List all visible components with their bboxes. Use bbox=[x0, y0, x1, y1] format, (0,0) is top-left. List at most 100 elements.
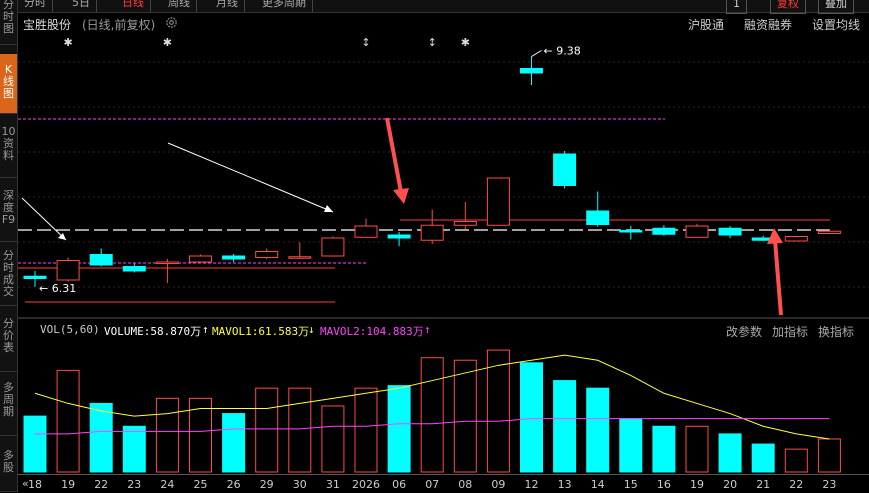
sidebar-item-timeshare[interactable]: 分时图 bbox=[0, 0, 17, 45]
sidebar-item-f10[interactable]: 10资料 bbox=[0, 120, 17, 178]
sidebar-item-ticks[interactable]: 分时成交 bbox=[0, 246, 17, 306]
tab-more-periods[interactable]: 更多周期 bbox=[256, 0, 313, 12]
volume-bar bbox=[520, 362, 543, 473]
candle bbox=[817, 230, 841, 234]
trend-arrow bbox=[21, 197, 67, 241]
link-margin-trading[interactable]: 融资融券 bbox=[744, 16, 792, 33]
link-ma-settings[interactable]: 设置均线 bbox=[812, 16, 860, 33]
volume-bar bbox=[420, 357, 444, 473]
tab-daily[interactable]: 日线 bbox=[116, 0, 151, 12]
trend-arrow bbox=[167, 142, 334, 213]
volume-bar bbox=[553, 380, 577, 473]
date-axis: « 18 19 22 23 24 25 26 29 30 31 2026 06 07 08 09 12 13 14… bbox=[18, 474, 869, 493]
sidebar-item-kline[interactable]: K线图 bbox=[0, 54, 17, 114]
stock-name: 宝胜股份 bbox=[23, 18, 72, 32]
event-marker-icon: ↕ bbox=[428, 36, 437, 49]
candle bbox=[288, 256, 312, 259]
date-tick-label: 18 bbox=[28, 478, 42, 491]
candle bbox=[122, 266, 146, 272]
up-arrow-icon: ↑ bbox=[202, 323, 209, 336]
volume-bar bbox=[23, 415, 47, 473]
volume-bar bbox=[89, 402, 113, 473]
candle bbox=[189, 255, 212, 263]
volume-bar bbox=[222, 413, 246, 473]
sidebar-item-multi-stock[interactable]: 多股 bbox=[0, 446, 17, 492]
sidebar-item-label: 分价表 bbox=[3, 317, 14, 354]
adjust-mode-label: (日线,前复权) bbox=[82, 18, 156, 32]
date-tick-label: 24 bbox=[160, 478, 175, 491]
tab-timeshare[interactable]: 分时 bbox=[18, 0, 53, 12]
candle bbox=[784, 236, 808, 242]
volume-bar bbox=[652, 425, 676, 473]
stock-chart[interactable]: ✱ ✱ ↕ ↕ ✱ ← 9.38 ← 6.31 bbox=[0, 0, 869, 492]
volume-bar bbox=[817, 438, 841, 473]
candle bbox=[89, 254, 113, 266]
mavol2-value: MAVOL2:104.883万 bbox=[320, 325, 424, 338]
gear-icon[interactable] bbox=[165, 16, 178, 29]
date-tick-label: 19 bbox=[61, 478, 76, 491]
date-tick-label: 19 bbox=[690, 478, 704, 491]
volume-bar bbox=[387, 385, 411, 473]
low-price-label: ← 6.31 bbox=[39, 282, 76, 295]
event-marker-icon: ↕ bbox=[361, 36, 370, 49]
event-marker-icon: ✱ bbox=[63, 36, 72, 49]
date-tick-label: 14 bbox=[590, 478, 605, 491]
volume-bar bbox=[56, 369, 80, 473]
date-tick-label: 15 bbox=[623, 478, 638, 491]
left-sidebar: 分时图 K线图 10资料 深度F9 分时成交 分价表 多周期 多股 bbox=[0, 0, 18, 492]
date-tick-label: 06 bbox=[392, 478, 407, 491]
date-tick-label: 21 bbox=[756, 478, 771, 491]
candle bbox=[222, 255, 246, 260]
tab-weekly[interactable]: 周线 bbox=[162, 0, 197, 12]
indicator-name: VOL(5,60) bbox=[40, 323, 100, 336]
sidebar-item-multi-period[interactable]: 多周期 bbox=[0, 378, 17, 436]
sidebar-item-label: 分时图 bbox=[3, 0, 14, 35]
sidebar-item-label: 分时成交 bbox=[3, 249, 14, 298]
date-tick-label: 29 bbox=[259, 478, 274, 491]
link-shanghai-connect[interactable]: 沪股通 bbox=[688, 16, 724, 33]
switch-indicator-button[interactable]: 换指标 bbox=[818, 323, 854, 340]
date-tick-label: 23 bbox=[127, 478, 142, 491]
volume-bar bbox=[486, 349, 510, 473]
candle bbox=[619, 230, 643, 233]
volume-bar bbox=[354, 387, 378, 473]
candle bbox=[56, 260, 80, 281]
event-marker-icon: ✱ bbox=[461, 36, 470, 49]
candle bbox=[255, 251, 279, 258]
date-tick-label: 07 bbox=[425, 478, 440, 491]
candle bbox=[586, 210, 610, 225]
add-indicator-button[interactable]: 加指标 bbox=[772, 323, 808, 340]
indicator-bar: VOL(5,60) VOLUME:58.870万 ↑ MAVOL1:61.583… bbox=[18, 318, 869, 340]
up-arrow-icon: ↑ bbox=[424, 323, 431, 336]
event-marker-icon: ✱ bbox=[163, 36, 172, 49]
volume-bar bbox=[718, 433, 742, 473]
sidebar-item-label: K线图 bbox=[3, 63, 14, 100]
sidebar-item-price-table[interactable]: 分价表 bbox=[0, 314, 17, 372]
candle bbox=[387, 234, 411, 239]
volume-bar bbox=[751, 443, 775, 473]
sidebar-item-depth[interactable]: 深度F9 bbox=[0, 184, 17, 242]
date-tick-label: 30 bbox=[292, 478, 307, 491]
candle bbox=[155, 261, 179, 264]
volume-bar bbox=[453, 359, 477, 473]
volume-bar bbox=[288, 387, 312, 473]
tab-5day[interactable]: 5日 bbox=[66, 0, 97, 12]
mavol1-value: MAVOL1:61.583万 bbox=[212, 325, 310, 338]
sidebar-item-label: 深度F9 bbox=[1, 189, 16, 226]
edit-params-button[interactable]: 改参数 bbox=[726, 323, 762, 340]
candle bbox=[23, 275, 47, 279]
tab-monthly[interactable]: 月线 bbox=[210, 0, 245, 12]
down-arrow-icon: ↓ bbox=[308, 323, 315, 336]
high-pointer bbox=[531, 50, 542, 57]
date-tick-label: 31 bbox=[325, 478, 340, 491]
date-tick-label: 08 bbox=[458, 478, 473, 491]
red-arrow bbox=[773, 239, 783, 316]
candle bbox=[453, 221, 477, 226]
date-tick-label: 09 bbox=[491, 478, 506, 491]
candle bbox=[718, 227, 742, 236]
date-tick-label: 22 bbox=[789, 478, 804, 491]
date-tick-label: 26 bbox=[226, 478, 241, 491]
volume-bar bbox=[685, 425, 709, 473]
date-tick-label: 23 bbox=[822, 478, 837, 491]
sidebar-item-label: 多周期 bbox=[3, 381, 14, 418]
